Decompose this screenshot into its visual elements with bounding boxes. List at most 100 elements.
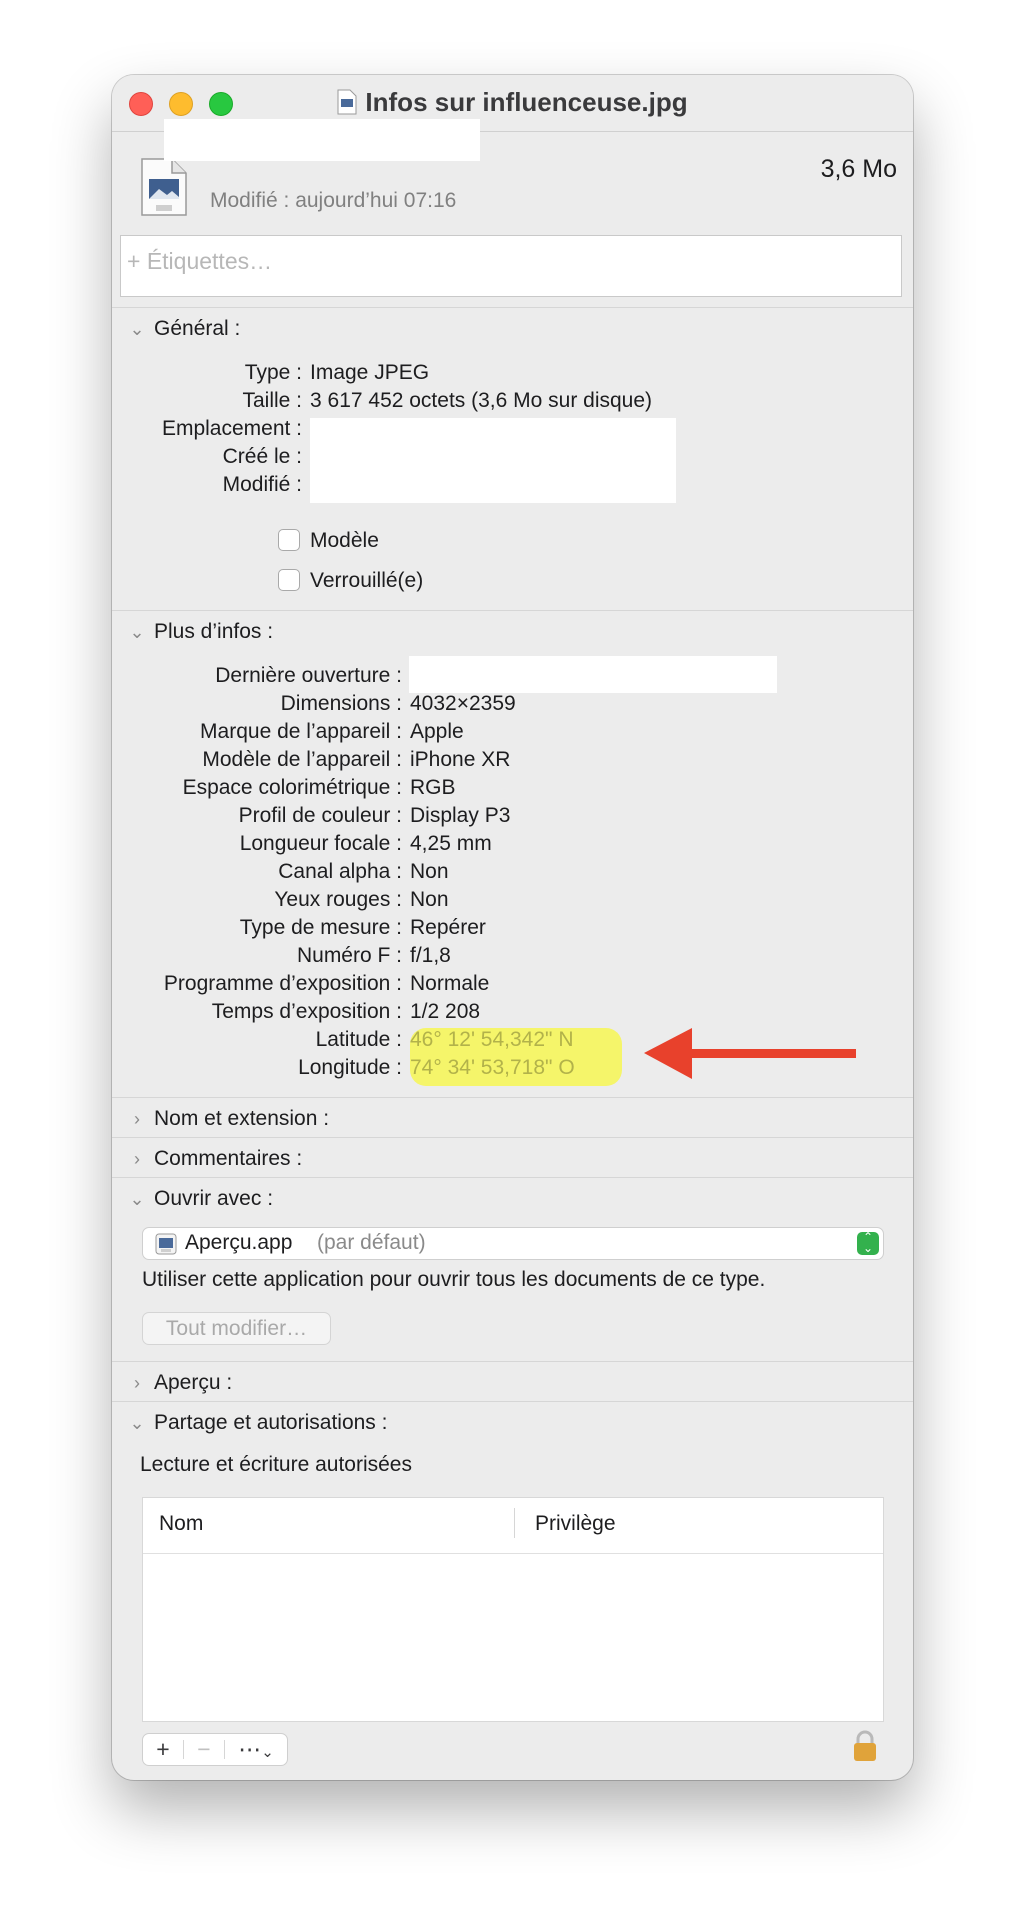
preview-app-icon bbox=[155, 1233, 177, 1255]
section-sharing[interactable]: ⌄ Partage et autorisations : bbox=[128, 1411, 387, 1435]
info-row-model: Modèle de l’appareil : bbox=[202, 748, 402, 771]
general-row-size: Taille : bbox=[112, 387, 302, 414]
divider bbox=[112, 307, 913, 308]
info-value: Non bbox=[410, 888, 449, 911]
info-row-dimensions: Dimensions : bbox=[280, 692, 402, 715]
info-row-color-profile: Profil de couleur : bbox=[238, 804, 402, 827]
general-value: 3 617 452 octets (3,6 Mo sur disque) bbox=[310, 389, 653, 412]
chevron-right-icon: › bbox=[134, 1109, 140, 1129]
chevron-down-icon: ⌄ bbox=[261, 1744, 274, 1761]
general-label: Emplacement : bbox=[161, 417, 302, 440]
general-value: Image JPEG bbox=[310, 361, 430, 384]
add-button[interactable]: + bbox=[143, 1734, 183, 1765]
chevron-down-icon: ⌄ bbox=[129, 319, 145, 339]
stationery-label: Modèle bbox=[310, 529, 379, 552]
info-row-make: Marque de l’appareil : bbox=[200, 720, 402, 743]
section-more-info[interactable]: ⌄ Plus d’infos : bbox=[128, 620, 273, 644]
info-row-alpha: Canal alpha : bbox=[278, 860, 402, 883]
info-row-exposure-program: Programme d’exposition : bbox=[163, 972, 402, 995]
tags-placeholder: + Étiquettes… bbox=[127, 248, 273, 274]
info-value: 4,25 mm bbox=[410, 832, 492, 855]
column-header-name[interactable]: Nom bbox=[159, 1512, 203, 1536]
info-value: Apple bbox=[410, 720, 464, 743]
permissions-table: Nom Privilège bbox=[142, 1497, 884, 1722]
redacted-filename bbox=[164, 119, 480, 161]
general-label: Type : bbox=[244, 361, 302, 384]
window-title: Infos sur influenceuse.jpg bbox=[112, 87, 913, 118]
info-row-longitude: Longitude : bbox=[298, 1056, 402, 1079]
chevron-right-icon: › bbox=[134, 1149, 140, 1169]
file-size: 3,6 Mo bbox=[820, 155, 897, 183]
tags-field[interactable]: + Étiquettes… bbox=[120, 235, 902, 297]
section-open-with-label: Ouvrir avec : bbox=[154, 1187, 274, 1210]
ellipsis-circle-icon: ⋯ bbox=[238, 1736, 262, 1762]
info-row-exposure-time: Temps d’exposition : bbox=[211, 1000, 402, 1023]
locked-checkbox[interactable] bbox=[278, 569, 300, 591]
section-more-info-label: Plus d’infos : bbox=[154, 620, 274, 643]
permissions-toolbar: + − ⋯⌄ bbox=[142, 1733, 288, 1766]
chevron-down-icon: ⌄ bbox=[129, 622, 145, 642]
latitude-value: 46° 12' 54,342" N bbox=[410, 1028, 574, 1051]
info-row-color-space: Espace colorimétrique : bbox=[182, 776, 402, 799]
change-all-button[interactable]: Tout modifier… bbox=[142, 1312, 331, 1345]
chevron-down-icon: ⌄ bbox=[129, 1189, 145, 1209]
divider bbox=[112, 1097, 913, 1098]
chevron-down-icon: ⌄ bbox=[129, 1413, 145, 1433]
longitude-value: 74° 34' 53,718" O bbox=[410, 1056, 575, 1079]
jpeg-file-icon bbox=[141, 158, 187, 216]
remove-button[interactable]: − bbox=[184, 1734, 224, 1765]
info-value: 4032×2359 bbox=[410, 692, 516, 715]
info-value: 1/2 208 bbox=[410, 1000, 481, 1023]
section-name-extension[interactable]: › Nom et extension : bbox=[128, 1107, 329, 1131]
stepper-icon: ⌃ ⌄ bbox=[857, 1231, 879, 1255]
redacted-last-opened bbox=[409, 656, 777, 693]
modified-date: Modifié : aujourd’hui 07:16 bbox=[210, 189, 457, 212]
general-row-location: Emplacement : bbox=[112, 415, 302, 442]
open-with-hint: Utiliser cette application pour ouvrir t… bbox=[142, 1268, 766, 1291]
get-info-window: Infos sur influenceuse.jpg Modifié : auj… bbox=[112, 75, 913, 1780]
section-comments-label: Commentaires : bbox=[154, 1147, 303, 1170]
red-arrow-annotation bbox=[644, 1028, 856, 1079]
info-value: Repérer bbox=[410, 916, 486, 939]
window-title-text: Infos sur influenceuse.jpg bbox=[365, 87, 688, 117]
info-row-metering: Type de mesure : bbox=[239, 916, 402, 939]
lock-icon[interactable] bbox=[852, 1730, 878, 1762]
open-with-default: (par défaut) bbox=[317, 1231, 426, 1254]
info-value: iPhone XR bbox=[410, 748, 511, 771]
sharing-status: Lecture et écriture autorisées bbox=[140, 1453, 412, 1476]
locked-label: Verrouillé(e) bbox=[310, 569, 424, 592]
section-sharing-label: Partage et autorisations : bbox=[154, 1411, 388, 1434]
open-with-select[interactable]: Aperçu.app (par défaut) ⌃ ⌄ bbox=[142, 1227, 884, 1260]
divider bbox=[112, 1177, 913, 1178]
divider bbox=[112, 1401, 913, 1402]
section-general-label: Général : bbox=[154, 317, 241, 340]
general-row-created: Créé le : bbox=[112, 443, 302, 470]
info-row-f-number: Numéro F : bbox=[296, 944, 402, 967]
divider bbox=[112, 610, 913, 611]
column-header-privilege[interactable]: Privilège bbox=[535, 1512, 616, 1536]
section-general[interactable]: ⌄ Général : bbox=[128, 317, 240, 341]
info-value: RGB bbox=[410, 776, 456, 799]
info-row-last-opened: Dernière ouverture : bbox=[215, 664, 402, 687]
info-row-latitude: Latitude : bbox=[315, 1028, 402, 1051]
info-value: Display P3 bbox=[410, 804, 511, 827]
general-row-type: Type : bbox=[112, 359, 302, 386]
action-menu-button[interactable]: ⋯⌄ bbox=[225, 1734, 287, 1765]
stationery-checkbox[interactable] bbox=[278, 529, 300, 551]
general-row-modified: Modifié : bbox=[112, 471, 302, 498]
jpeg-file-icon bbox=[337, 89, 357, 115]
column-separator bbox=[514, 1508, 515, 1538]
general-label: Taille : bbox=[242, 389, 302, 412]
general-label: Créé le : bbox=[222, 445, 302, 468]
open-with-app: Aperçu.app bbox=[185, 1231, 293, 1254]
info-value: Non bbox=[410, 860, 449, 883]
section-preview[interactable]: › Aperçu : bbox=[128, 1371, 232, 1395]
info-value: Normale bbox=[410, 972, 490, 995]
section-comments[interactable]: › Commentaires : bbox=[128, 1147, 302, 1171]
divider bbox=[112, 1361, 913, 1362]
redacted-general-values bbox=[310, 418, 676, 503]
section-preview-label: Aperçu : bbox=[154, 1371, 233, 1394]
general-label: Modifié : bbox=[222, 473, 302, 496]
section-open-with[interactable]: ⌄ Ouvrir avec : bbox=[128, 1187, 273, 1211]
divider bbox=[112, 1137, 913, 1138]
